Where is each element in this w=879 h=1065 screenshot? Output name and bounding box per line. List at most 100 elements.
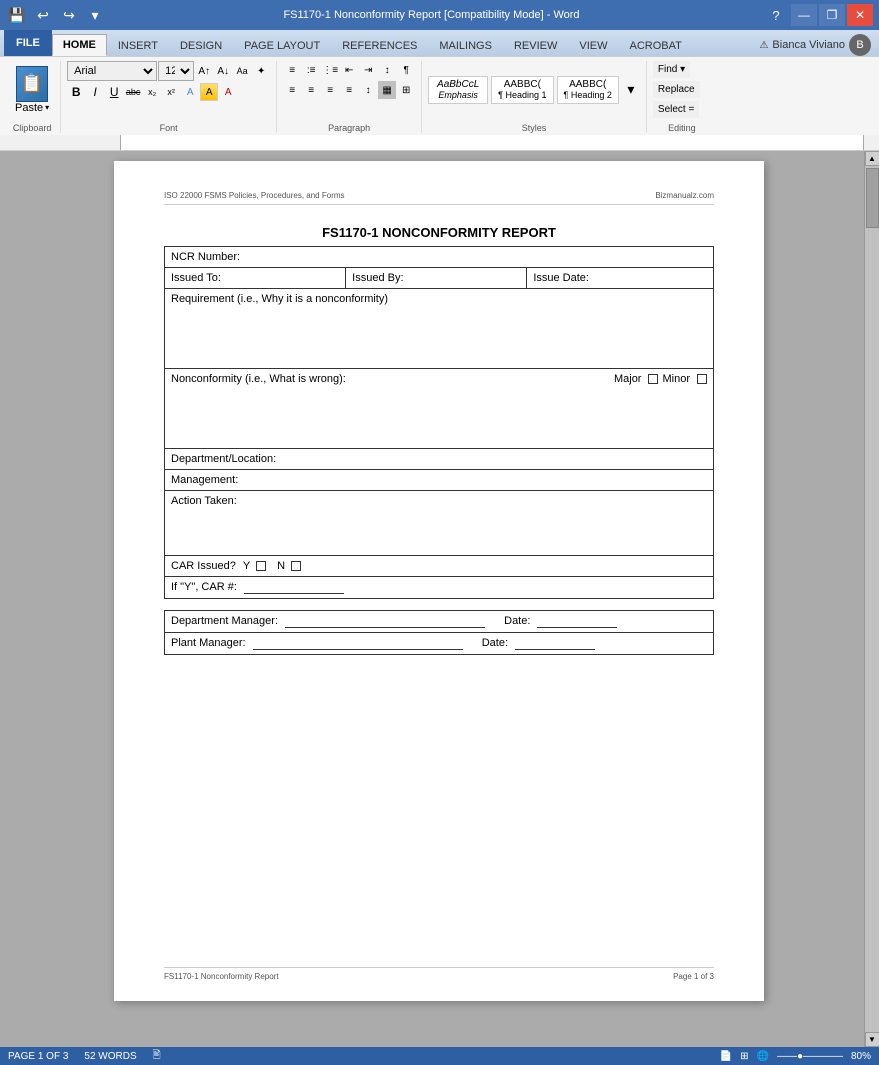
scroll-up-button[interactable]: ▲ [865,151,879,166]
plant-mgr-cell[interactable]: Plant Manager: Date: [165,633,714,655]
car-number-cell[interactable]: If "Y", CAR #: [165,577,714,599]
scroll-thumb[interactable] [866,168,879,228]
window-controls[interactable]: — ❐ ✕ [791,4,873,26]
text-highlight-button[interactable]: A [200,83,218,101]
clipboard-group: 📋 Paste ▾ Clipboard [4,61,61,133]
language-icon[interactable]: 🖹 [153,1048,161,1065]
dept-mgr-cell[interactable]: Department Manager: Date: [165,611,714,633]
vertical-scrollbar[interactable]: ▲ ▼ [864,151,879,1047]
table-row: NCR Number: [165,247,714,268]
car-issued-label: CAR Issued? [171,560,236,572]
tab-view[interactable]: VIEW [568,34,618,56]
shrink-font-button[interactable]: A↓ [214,62,232,80]
line-spacing-button[interactable]: ↕ [359,81,377,99]
quick-access-more[interactable]: ▾ [84,4,106,26]
clear-format-button[interactable]: ✦ [252,62,270,80]
requirement-label: Requirement (i.e., Why it is a nonconfor… [171,293,388,305]
tab-acrobat[interactable]: ACROBAT [618,34,692,56]
align-right-button[interactable]: ≡ [321,81,339,99]
style-heading2[interactable]: AABBC(¶ Heading 2 [557,76,619,104]
mgmt-cell[interactable]: Management: [165,470,714,491]
minor-checkbox[interactable] [697,374,707,384]
find-button[interactable]: Find ▾ [653,61,690,78]
style-emphasis[interactable]: AaBbCcLEmphasis [428,76,488,104]
table-row: Nonconformity (i.e., What is wrong): Maj… [165,369,714,449]
scroll-down-button[interactable]: ▼ [865,1032,879,1047]
plant-mgr-label: Plant Manager: [171,637,246,649]
font-name-select[interactable]: Arial [67,61,157,81]
font-color-button[interactable]: A [219,83,237,101]
redo-button[interactable]: ↪ [58,4,80,26]
issued-by-cell[interactable]: Issued By: [346,268,527,289]
numbered-list-button[interactable]: :≡ [302,61,320,79]
replace-button[interactable]: Replace [653,81,700,98]
align-left-button[interactable]: ≡ [283,81,301,99]
tab-home[interactable]: HOME [52,34,107,56]
save-button[interactable]: 💾 [6,4,28,26]
zoom-slider[interactable]: ——●———— [777,1051,843,1062]
justify-button[interactable]: ≡ [340,81,358,99]
change-case-button[interactable]: Aa [233,62,251,80]
increase-indent-button[interactable]: ⇥ [359,61,377,79]
align-center-button[interactable]: ≡ [302,81,320,99]
styles-more-button[interactable]: ▾ [622,81,640,99]
tab-references[interactable]: REFERENCES [331,34,428,56]
table-row: Requirement (i.e., Why it is a nonconfor… [165,289,714,369]
grow-font-button[interactable]: A↑ [195,62,213,80]
italic-button[interactable]: I [86,83,104,101]
header-left: ISO 22000 FSMS Policies, Procedures, and… [164,191,345,200]
view-normal-button[interactable]: 📄 [720,1051,732,1062]
undo-button[interactable]: ↩ [32,4,54,26]
paragraph-group: ≡ :≡ ⋮≡ ⇤ ⇥ ↕ ¶ ≡ ≡ ≡ ≡ ↕ ▦ ⊞ Paragraph [277,61,422,133]
superscript-button[interactable]: x² [162,83,180,101]
shading-button[interactable]: ▦ [378,81,396,99]
show-formatting-button[interactable]: ¶ [397,61,415,79]
dept-cell[interactable]: Department/Location: [165,449,714,470]
nonconformity-cell[interactable]: Nonconformity (i.e., What is wrong): Maj… [165,369,714,449]
car-issued-cell[interactable]: CAR Issued? Y N [165,556,714,577]
issued-to-cell[interactable]: Issued To: [165,268,346,289]
text-effects-button[interactable]: A [181,83,199,101]
action-cell[interactable]: Action Taken: [165,491,714,556]
tab-review[interactable]: REVIEW [503,34,568,56]
style-heading1[interactable]: AABBC(¶ Heading 1 [491,76,553,104]
requirement-cell[interactable]: Requirement (i.e., Why it is a nonconfor… [165,289,714,369]
tab-design[interactable]: DESIGN [169,34,233,56]
minimize-button[interactable]: — [791,4,817,26]
ncr-number-cell[interactable]: NCR Number: [165,247,714,268]
issued-by-label: Issued By: [352,272,403,284]
nonconformity-label: Nonconformity (i.e., What is wrong): [171,373,346,385]
title-bar: 💾 ↩ ↪ ▾ FS1170-1 Nonconformity Report [C… [0,0,879,30]
select-button[interactable]: Select = [653,101,699,118]
major-checkbox[interactable] [648,374,658,384]
help-button[interactable]: ? [765,4,787,26]
car-y-checkbox[interactable] [256,561,266,571]
view-web-button[interactable]: 🌐 [756,1051,768,1062]
close-button[interactable]: ✕ [847,4,873,26]
strikethrough-button[interactable]: abc [124,83,142,101]
issue-date-cell[interactable]: Issue Date: [527,268,714,289]
decrease-indent-button[interactable]: ⇤ [340,61,358,79]
multilevel-list-button[interactable]: ⋮≡ [321,61,339,79]
font-size-select[interactable]: 12 [158,61,194,81]
tab-insert[interactable]: INSERT [107,34,169,56]
document-area[interactable]: ISO 22000 FSMS Policies, Procedures, and… [14,151,864,1047]
maximize-button[interactable]: ❐ [819,4,845,26]
user-area[interactable]: ⚠ Bianca Viviano B [759,34,871,56]
car-n-checkbox[interactable] [291,561,301,571]
tab-page-layout[interactable]: PAGE LAYOUT [233,34,331,56]
paste-button[interactable]: 📋 Paste ▾ [10,63,54,117]
quick-access-toolbar[interactable]: 💾 ↩ ↪ ▾ [6,4,106,26]
bold-button[interactable]: B [67,83,85,101]
underline-button[interactable]: U [105,83,123,101]
view-layout-button[interactable]: ⊞ [740,1051,748,1062]
table-row: CAR Issued? Y N [165,556,714,577]
font-label: Font [67,120,270,133]
tab-mailings[interactable]: MAILINGS [428,34,503,56]
border-button[interactable]: ⊞ [397,81,415,99]
sort-button[interactable]: ↕ [378,61,396,79]
tab-file[interactable]: FILE [4,30,52,56]
bullet-list-button[interactable]: ≡ [283,61,301,79]
issued-to-label: Issued To: [171,272,221,284]
subscript-button[interactable]: x₂ [143,83,161,101]
